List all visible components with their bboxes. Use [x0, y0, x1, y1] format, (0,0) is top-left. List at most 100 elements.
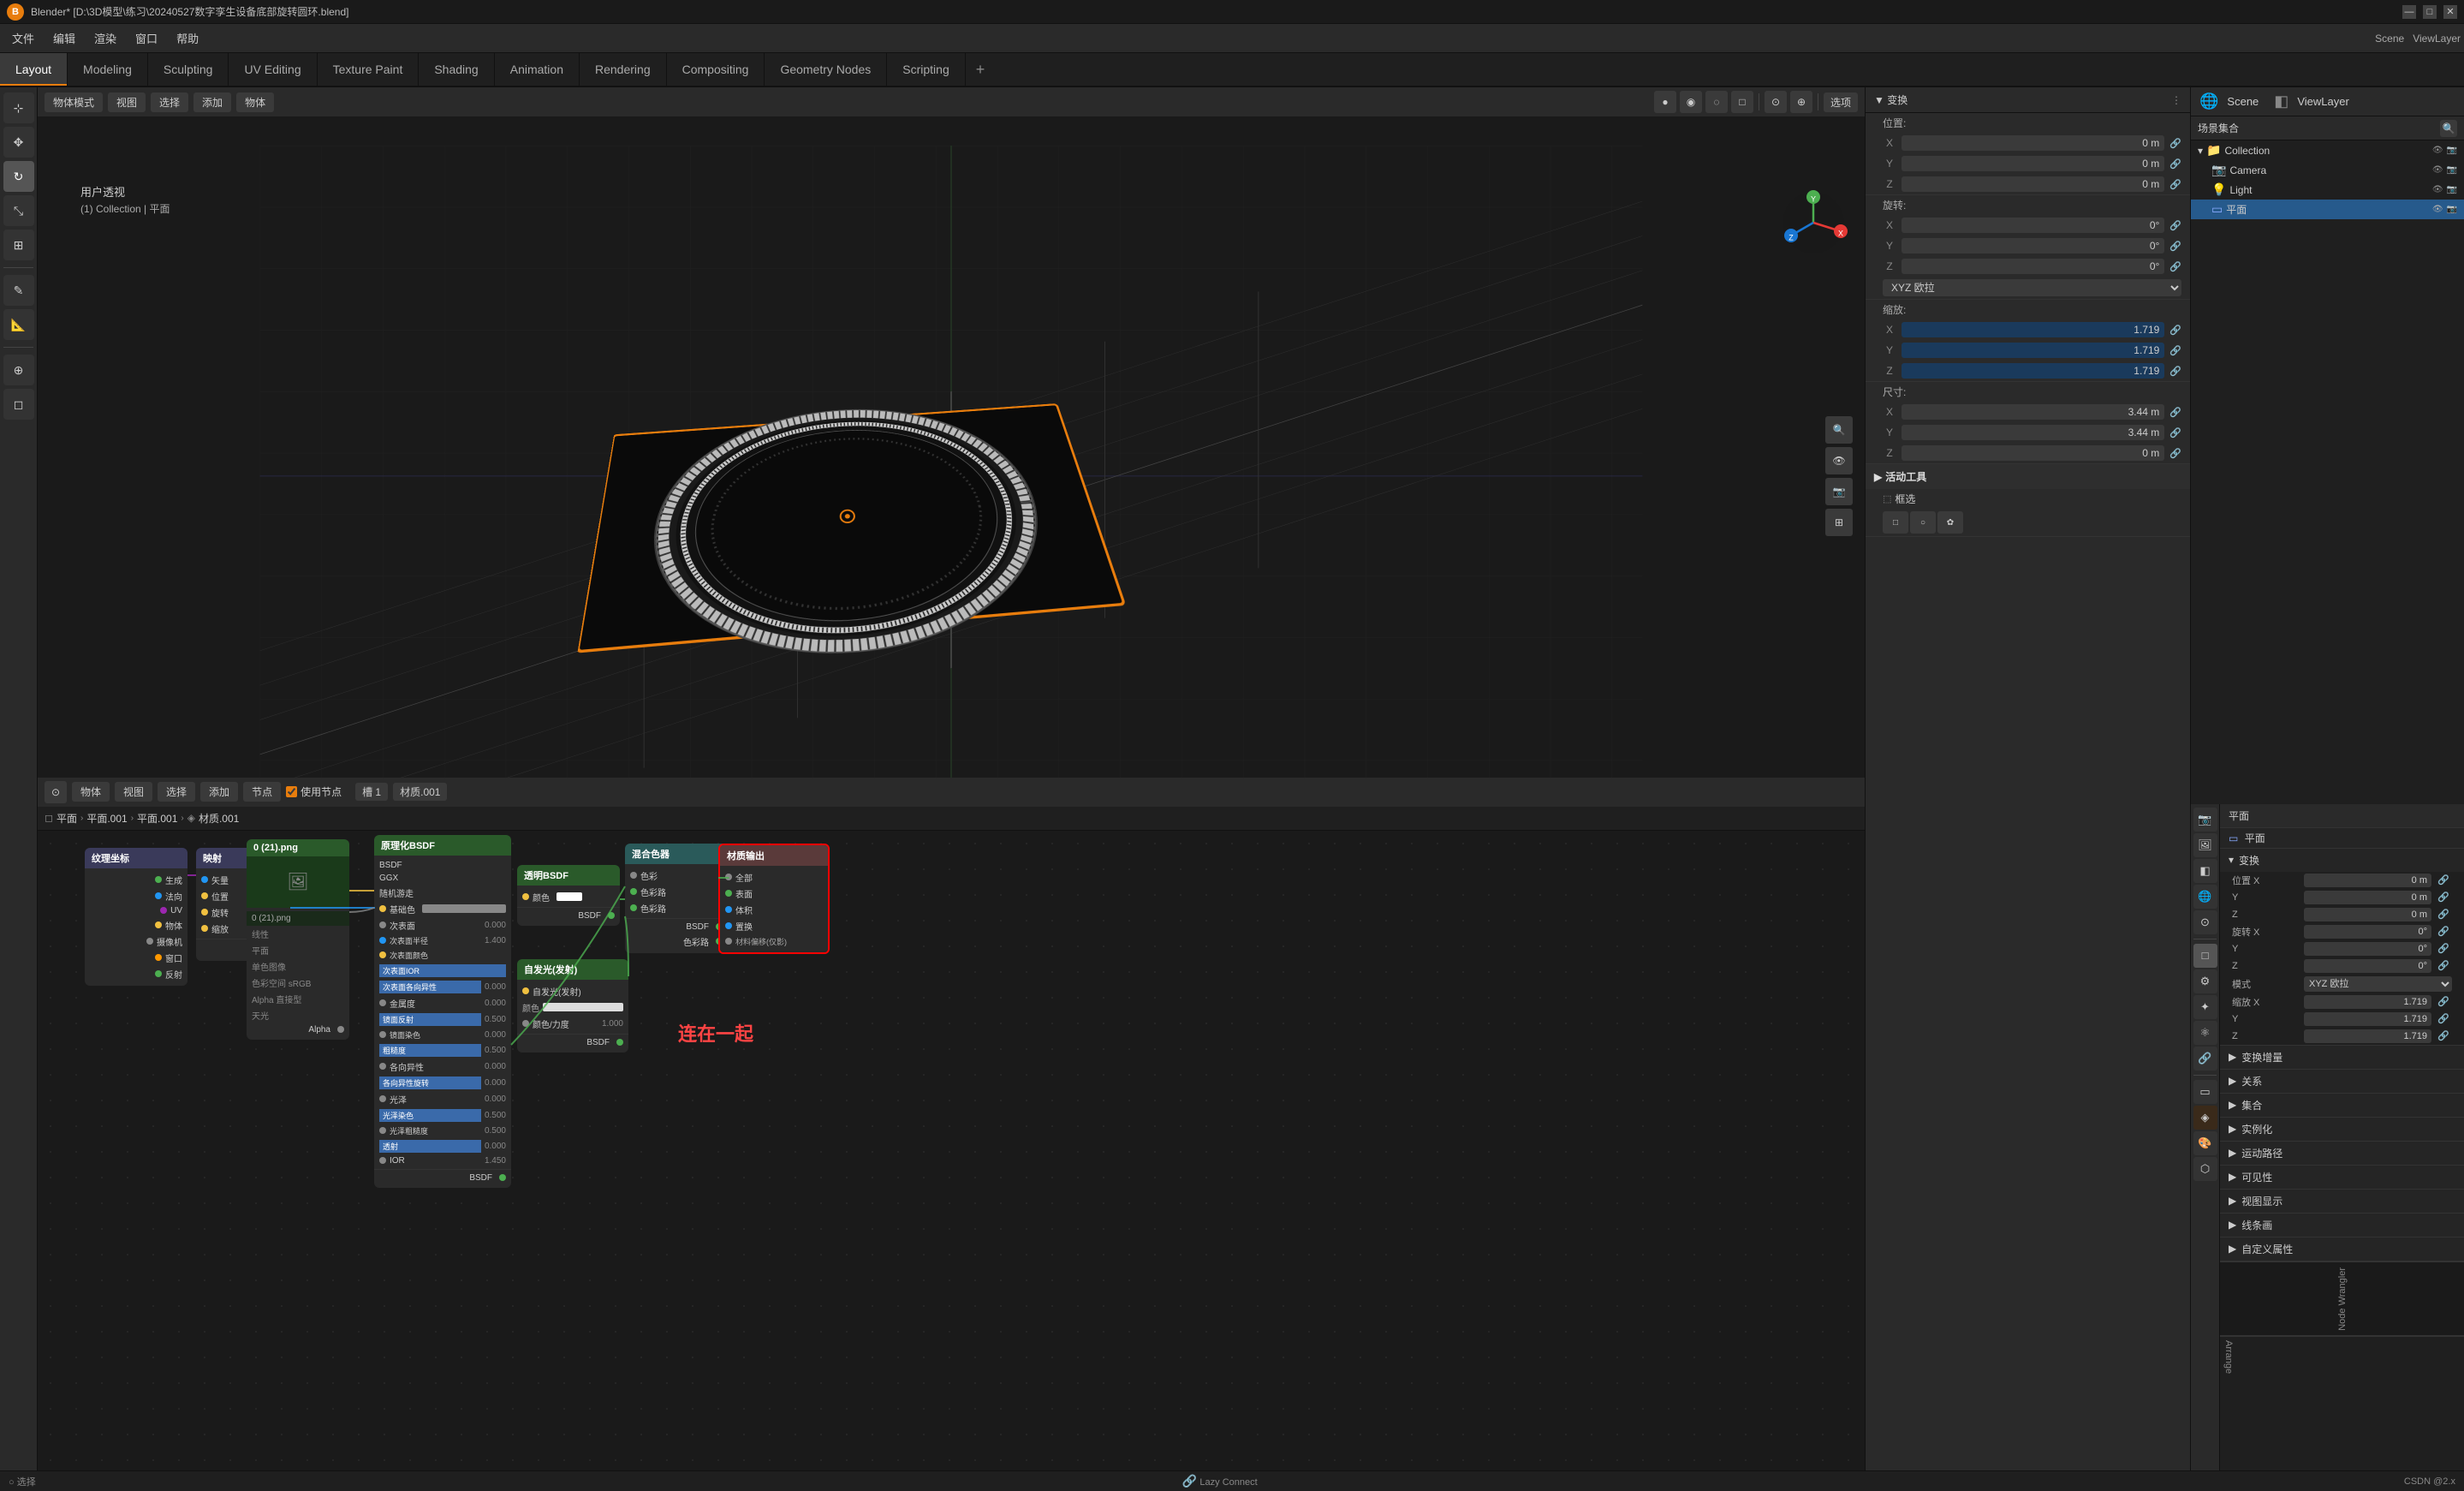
breadcrumb-item-3[interactable]: 平面.001 — [137, 811, 177, 826]
viewport-add-button[interactable]: 添加 — [193, 92, 231, 112]
viewport-options-button[interactable]: 选项 — [1824, 92, 1858, 112]
annotate-tool-button[interactable]: ✎ — [3, 275, 34, 306]
scene-props-icon[interactable]: 🌐 — [2193, 885, 2217, 909]
scale-x-input[interactable] — [1902, 322, 2164, 337]
rotation-z-input[interactable] — [1902, 259, 2164, 274]
scale-x-lock[interactable]: 🔗 — [2169, 325, 2181, 336]
close-button[interactable]: ✕ — [2443, 5, 2457, 19]
physics-props-icon[interactable]: ⚛ — [2193, 1021, 2217, 1045]
viewport-view-button[interactable]: 视图 — [108, 92, 146, 112]
data-props-icon[interactable]: ▭ — [2193, 1080, 2217, 1104]
rp-delta-header[interactable]: ▶变换增量 — [2220, 1046, 2464, 1069]
collection-render[interactable]: 📷 — [2447, 146, 2457, 155]
view-footer[interactable]: 视图 — [115, 782, 152, 802]
node-material-output[interactable]: 材质输出 全部 表面 体积 置换 材料偏移(仅影) — [718, 844, 830, 954]
scale-y-link[interactable]: 🔗 — [2435, 1013, 2452, 1024]
scale-x-link[interactable]: 🔗 — [2435, 996, 2452, 1007]
viewport-object-button[interactable]: 物体 — [236, 92, 274, 112]
rp-pos-z-val[interactable]: 0 m — [2304, 908, 2431, 921]
breadcrumb-item-2[interactable]: 平面.001 — [86, 811, 127, 826]
tab-animation[interactable]: Animation — [495, 53, 580, 86]
dim-x-lock[interactable]: 🔗 — [2169, 407, 2181, 418]
position-z-input[interactable] — [1902, 176, 2164, 192]
orbit-button[interactable]: ⊞ — [1825, 509, 1853, 536]
outliner-filter-button[interactable]: 🔍 — [2440, 120, 2457, 137]
tab-rendering[interactable]: Rendering — [580, 53, 667, 86]
menu-render[interactable]: 渲染 — [86, 27, 125, 50]
viewport-mode-button[interactable]: 物体模式 — [45, 92, 103, 112]
rp-rot-y-val[interactable]: 0° — [2304, 942, 2431, 956]
select-footer[interactable]: 选择 — [158, 782, 195, 802]
viewport-overlay-button[interactable]: ⊙ — [1765, 91, 1787, 113]
rot-z-link[interactable]: 🔗 — [2435, 960, 2452, 971]
tab-modeling[interactable]: Modeling — [68, 53, 148, 86]
cursor-tool-button[interactable]: ⊕ — [3, 355, 34, 385]
camera-vis[interactable]: 👁 — [2432, 165, 2443, 175]
rotation-z-lock[interactable]: 🔗 — [2169, 261, 2181, 272]
select-lasso-tool[interactable]: ✿ — [1937, 511, 1963, 534]
viewport-shading-solid[interactable]: ● — [1654, 91, 1676, 113]
scale-tool-button[interactable]: ⤡ — [3, 195, 34, 226]
node-image[interactable]: 0 (21).png 🖼 0 (21).png 线性 平面 单色图像 色彩空间 … — [247, 839, 349, 1040]
position-z-lock[interactable]: 🔗 — [2169, 179, 2181, 190]
node-footer[interactable]: 节点 — [243, 782, 281, 802]
dim-z-input[interactable] — [1902, 445, 2164, 461]
rp-instancing-header[interactable]: ▶实例化 — [2220, 1118, 2464, 1141]
scale-y-input[interactable] — [1902, 343, 2164, 358]
menu-edit[interactable]: 编辑 — [45, 27, 84, 50]
window-controls[interactable]: — □ ✕ — [2402, 5, 2457, 19]
rp-rot-x-val[interactable]: 0° — [2304, 925, 2431, 939]
modifier-props-icon[interactable]: ⚙ — [2193, 969, 2217, 993]
light-vis[interactable]: 👁 — [2432, 185, 2443, 194]
select-circle-tool[interactable]: ○ — [1910, 511, 1936, 534]
position-x-lock[interactable]: 🔗 — [2169, 138, 2181, 149]
particles-props-icon[interactable]: ✦ — [2193, 995, 2217, 1019]
pos-y-link[interactable]: 🔗 — [2435, 892, 2452, 903]
node-tex-coord[interactable]: 纹理坐标 生成 法向 UV 物体 摄像机 窗口 反射 — [85, 848, 187, 986]
rotation-x-input[interactable] — [1902, 218, 2164, 233]
walk-mode-button[interactable]: 👁 — [1825, 447, 1853, 474]
tab-geometry-nodes[interactable]: Geometry Nodes — [765, 53, 887, 86]
object-mode-footer[interactable]: 物体 — [72, 782, 110, 802]
output-props-icon[interactable]: 🖼 — [2193, 833, 2217, 857]
viewport-select-button[interactable]: 选择 — [151, 92, 188, 112]
transform-tool-button[interactable]: ⊞ — [3, 230, 34, 260]
rotation-x-lock[interactable]: 🔗 — [2169, 220, 2181, 231]
outliner-camera[interactable]: 📷 Camera 👁 📷 — [2191, 160, 2464, 180]
rp-pos-x-val[interactable]: 0 m — [2304, 874, 2431, 887]
menu-help[interactable]: 帮助 — [168, 27, 207, 50]
slot-display[interactable]: 槽 1 — [355, 783, 388, 801]
pos-x-link[interactable]: 🔗 — [2435, 874, 2452, 886]
rp-scale-z-val[interactable]: 1.719 — [2304, 1029, 2431, 1043]
rot-x-link[interactable]: 🔗 — [2435, 926, 2452, 937]
tab-scripting[interactable]: Scripting — [887, 53, 965, 86]
tab-sculpting[interactable]: Sculpting — [148, 53, 229, 86]
rot-y-link[interactable]: 🔗 — [2435, 943, 2452, 954]
rp-rot-mode-select[interactable]: XYZ 欧拉 — [2304, 976, 2452, 992]
axes-gizmo[interactable]: Y X Z — [1779, 188, 1848, 257]
dim-x-input[interactable] — [1902, 404, 2164, 420]
zoom-to-selected-button[interactable]: 🔍 — [1825, 416, 1853, 444]
snap-toggle[interactable]: ⊙ — [45, 781, 67, 803]
move-tool-button[interactable]: ✥ — [3, 127, 34, 158]
position-y-lock[interactable]: 🔗 — [2169, 158, 2181, 170]
viewport-gizmo-button[interactable]: ⊕ — [1790, 91, 1812, 113]
rp-collections-header[interactable]: ▶集合 — [2220, 1094, 2464, 1117]
rp-rot-z-val[interactable]: 0° — [2304, 959, 2431, 973]
tab-compositing[interactable]: Compositing — [667, 53, 765, 86]
render-props-icon[interactable]: 📷 — [2193, 808, 2217, 832]
scale-z-lock[interactable]: 🔗 — [2169, 366, 2181, 377]
select-box-tool[interactable]: □ — [1883, 511, 1908, 534]
outliner-light[interactable]: 💡 Light 👁 📷 — [2191, 180, 2464, 200]
rp-motion-header[interactable]: ▶运动路径 — [2220, 1142, 2464, 1165]
rotation-mode-select[interactable]: XYZ 欧拉 — [1883, 279, 2181, 296]
viewport-shading-material[interactable]: ◉ — [1680, 91, 1702, 113]
shader-props-icon[interactable]: 🎨 — [2193, 1131, 2217, 1155]
world-props-icon[interactable]: ⊙ — [2193, 910, 2217, 934]
camera-button[interactable]: 📷 — [1825, 478, 1853, 505]
menu-file[interactable]: 文件 — [3, 27, 43, 50]
add-footer[interactable]: 添加 — [200, 782, 238, 802]
rp-lineart-header[interactable]: ▶线条画 — [2220, 1214, 2464, 1237]
scale-y-lock[interactable]: 🔗 — [2169, 345, 2181, 356]
add-cube-button[interactable]: ◻ — [3, 389, 34, 420]
